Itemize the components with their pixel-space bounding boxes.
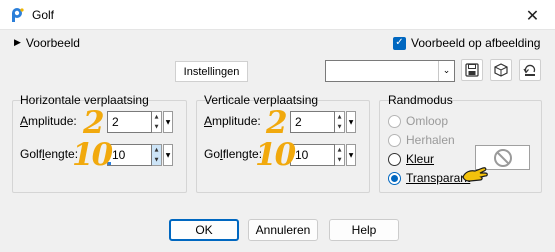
preview-on-image-label: Voorbeeld op afbeelding <box>411 36 541 50</box>
vertical-amplitude-spinner[interactable]: 2 ▲ ▼ ▼ <box>290 111 356 133</box>
vertical-amplitude-label: Amplitude: <box>204 114 261 128</box>
close-button[interactable]: ✕ <box>510 0 555 30</box>
title-bar: Golf ✕ <box>0 0 555 30</box>
horizontal-wavelength-spinner[interactable]: 10 ▲ ▼ ▼ <box>107 144 173 166</box>
help-button[interactable]: Help <box>329 219 399 241</box>
radio-repeat-button[interactable] <box>388 133 401 147</box>
radio-repeat[interactable]: Herhalen <box>388 133 455 147</box>
triangle-right-icon: ▶ <box>14 38 21 48</box>
help-label: Help <box>351 223 377 237</box>
edge-mode-title: Randmodus <box>388 93 453 107</box>
spin-updown-icon[interactable]: ▲ ▼ <box>152 111 162 133</box>
radio-wrap-label: Omloop <box>406 114 449 128</box>
pointing-hand-icon <box>462 167 488 182</box>
horizontal-wavelength-label: Golflengte: <box>20 147 79 161</box>
preview-expander[interactable]: ▶ Voorbeeld <box>14 36 80 50</box>
vertical-wavelength-label: Golflengte: <box>204 147 263 161</box>
cancel-button[interactable]: Annuleren <box>248 219 318 241</box>
reset-button[interactable] <box>519 59 541 81</box>
horizontal-amplitude-label: Amplitude: <box>20 114 77 128</box>
spin-updown-icon[interactable]: ▲ ▼ <box>335 144 345 166</box>
cube-button[interactable] <box>490 59 512 81</box>
radio-color[interactable]: Kleur <box>388 152 434 166</box>
ok-label: OK <box>195 223 213 237</box>
close-icon: ✕ <box>525 5 540 25</box>
radio-transparent-button[interactable] <box>388 171 401 185</box>
chevron-down-icon[interactable]: ▼ <box>163 144 173 166</box>
radio-wrap[interactable]: Omloop <box>388 114 448 128</box>
save-icon <box>465 63 479 77</box>
settings-button[interactable]: Instellingen <box>175 61 248 82</box>
horizontal-wavelength-input[interactable]: 10 <box>107 144 152 166</box>
vertical-wavelength-spinner[interactable]: 10 ▲ ▼ ▼ <box>290 144 356 166</box>
cancel-label: Annuleren <box>255 223 311 237</box>
chevron-down-icon: ⌄ <box>438 61 454 81</box>
vertical-amplitude-input[interactable]: 2 <box>290 111 335 133</box>
cube-icon <box>494 63 508 77</box>
no-color-icon <box>493 148 512 167</box>
radio-color-label: Kleur <box>406 152 435 166</box>
vertical-group-title: Verticale verplaatsing <box>204 93 319 107</box>
radio-repeat-label: Herhalen <box>406 133 455 147</box>
spin-updown-icon[interactable]: ▲ ▼ <box>152 144 162 166</box>
app-logo-icon <box>12 8 24 22</box>
chevron-down-icon[interactable]: ▼ <box>346 111 356 133</box>
preview-on-image-checkbox[interactable]: ✓ <box>393 36 406 50</box>
vertical-wavelength-input[interactable]: 10 <box>290 144 335 166</box>
chevron-down-icon[interactable]: ▼ <box>346 144 356 166</box>
radio-transparent[interactable]: Transparant <box>388 171 470 185</box>
preview-label: Voorbeeld <box>25 36 80 50</box>
settings-label: Instellingen <box>183 65 240 78</box>
reset-icon <box>523 64 536 76</box>
radio-wrap-button[interactable] <box>388 114 401 128</box>
ok-button[interactable]: OK <box>169 219 239 241</box>
checkmark-icon: ✓ <box>395 37 404 48</box>
horizontal-amplitude-input[interactable]: 2 <box>107 111 152 133</box>
amplitude-annotation: 2 <box>83 105 105 141</box>
preset-dropdown[interactable]: ⌄ <box>325 60 455 82</box>
save-preset-button[interactable] <box>461 59 483 81</box>
preview-on-image-toggle[interactable]: ✓ Voorbeeld op afbeelding <box>393 36 540 50</box>
spin-updown-icon[interactable]: ▲ ▼ <box>335 111 345 133</box>
wavelength-annotation: 10 <box>255 137 296 173</box>
radio-color-button[interactable] <box>388 152 401 166</box>
window-title: Golf <box>32 8 55 22</box>
horizontal-amplitude-spinner[interactable]: 2 ▲ ▼ ▼ <box>107 111 173 133</box>
chevron-down-icon[interactable]: ▼ <box>163 111 173 133</box>
wavelength-annotation: 10 <box>72 137 113 173</box>
amplitude-annotation: 2 <box>266 105 288 141</box>
